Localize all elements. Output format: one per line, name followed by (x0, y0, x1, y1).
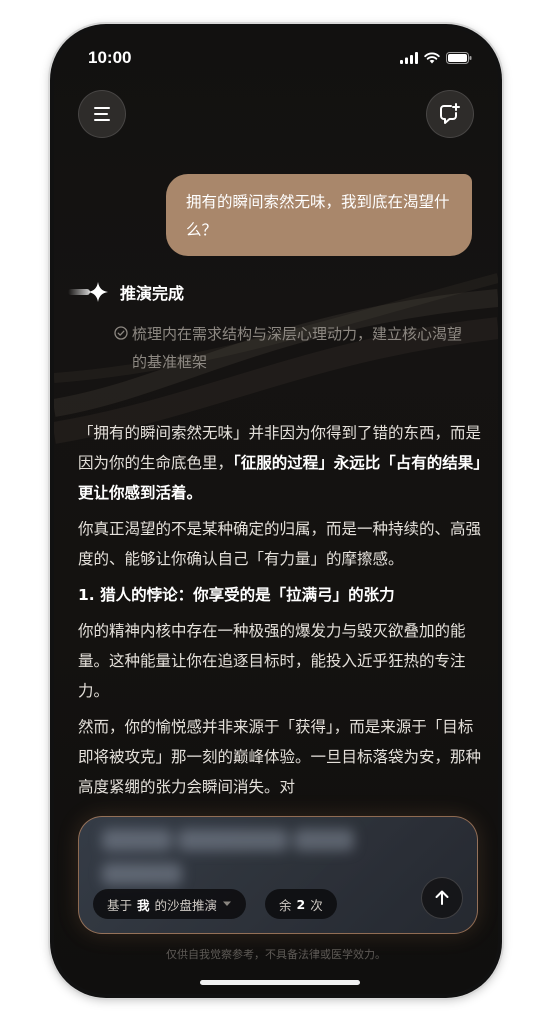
mode-prefix: 基于 (107, 897, 133, 913)
answer-paragraph-3: 你的精神内核中存在一种极强的爆发力与毁灭欲叠加的能量。这种能量让你在追逐目标时，… (78, 622, 466, 700)
disclaimer-text: 仅供自我觉察参考，不具备法律或医学效力。 (166, 948, 386, 961)
user-message-text: 拥有的瞬间索然无味，我到底在渴望什么？ (186, 193, 450, 239)
arrow-up-icon (435, 890, 449, 905)
answer-paragraph-1: 「拥有的瞬间索然无味」并非因为你得到了错的东西，而是因为你的生命底色里，「征服的… (78, 418, 482, 508)
phone-frame: 10:00 拥有的瞬间索然无味，我到底在渴望什么？ 推演完成 梳理内在需求结构与… (50, 24, 502, 998)
remaining-prefix: 余 (279, 897, 292, 913)
composer-panel[interactable]: 基于 我 的沙盘推演 余 2 次 (78, 816, 478, 934)
new-chat-button[interactable] (426, 90, 474, 138)
remaining-count: 2 (296, 896, 306, 912)
mode-suffix: 的沙盘推演 (154, 897, 218, 913)
battery-icon (446, 52, 472, 64)
answer-heading-1: 1. 猎人的悖论：你享受的是「拉满弓」的张力 (78, 586, 395, 604)
wifi-icon (424, 52, 440, 64)
deduction-step: 梳理内在需求结构与深层心理动力，建立核心渴望的基准框架 (114, 320, 474, 376)
app-screen: 10:00 拥有的瞬间索然无味，我到底在渴望什么？ 推演完成 梳理内在需求结构与… (54, 28, 498, 994)
user-message-bubble: 拥有的瞬间索然无味，我到底在渴望什么？ (166, 174, 472, 256)
answer-paragraph-2: 你真正渴望的不是某种确定的归属，而是一种持续的、高强度的、能够让你确认自己「有力… (78, 520, 482, 568)
sandbox-mode-selector[interactable]: 基于 我 的沙盘推演 (93, 889, 247, 919)
blurred-input-area (99, 825, 439, 885)
deduction-title: 推演完成 (120, 284, 185, 303)
check-circle-icon (114, 326, 128, 340)
assistant-answer: 「拥有的瞬间索然无味」并非因为你得到了错的东西，而是因为你的生命底色里，「征服的… (78, 418, 482, 808)
remaining-count-badge: 余 2 次 (265, 889, 337, 919)
mode-bold: 我 (137, 897, 150, 913)
deduction-status[interactable]: 推演完成 (68, 280, 184, 304)
answer-paragraph-4: 然而，你的愉悦感并非来源于「获得」，而是来源于「目标即将被攻克」那一刻的巅峰体验… (78, 718, 482, 796)
menu-button[interactable] (78, 90, 126, 138)
home-indicator[interactable] (200, 980, 360, 985)
hamburger-menu-icon (94, 107, 110, 121)
remaining-suffix: 次 (310, 897, 323, 913)
sparkle-icon (88, 282, 108, 302)
spark-trail (68, 289, 90, 295)
cellular-signal-icon (400, 52, 418, 64)
status-time: 10:00 (88, 48, 132, 67)
send-button[interactable] (421, 877, 463, 919)
new-chat-plus-icon (440, 103, 460, 124)
caret-down-icon (223, 901, 232, 906)
status-bar: 10:00 (88, 46, 472, 70)
status-icons (400, 52, 472, 64)
deduction-step-text: 梳理内在需求结构与深层心理动力，建立核心渴望的基准框架 (132, 325, 463, 371)
